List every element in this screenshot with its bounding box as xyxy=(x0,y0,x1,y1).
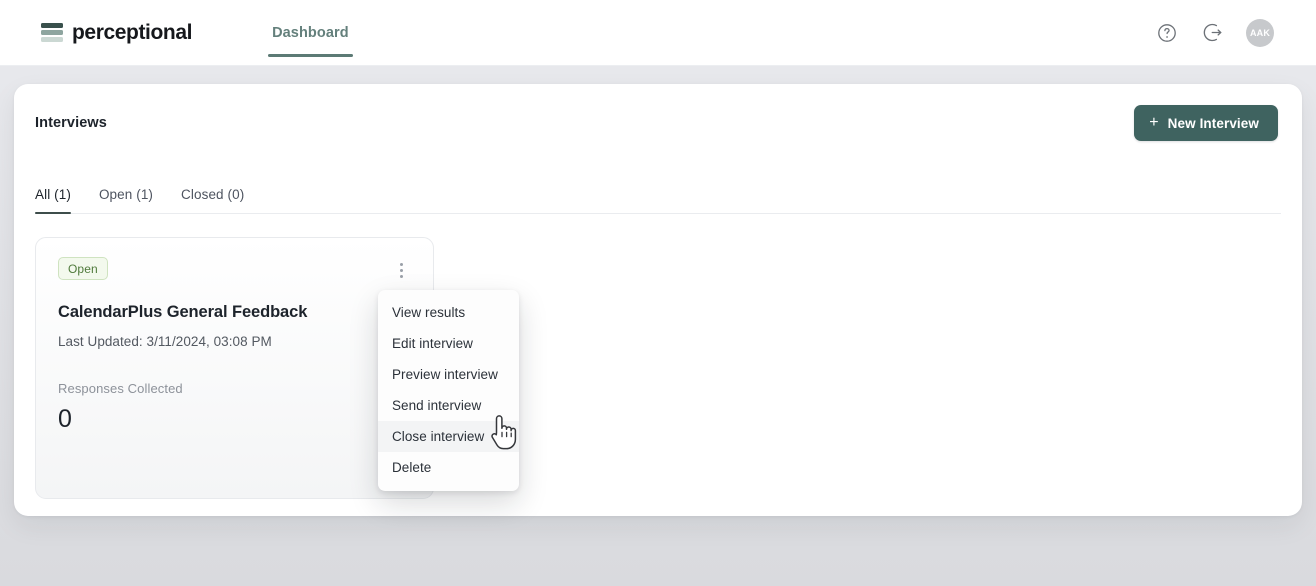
avatar[interactable]: AAK xyxy=(1246,18,1274,47)
panel-header: Interviews + New Interview xyxy=(14,84,1302,162)
card-context-menu: View results Edit interview Preview inte… xyxy=(378,290,519,491)
menu-item-send-interview-label: Send interview xyxy=(392,398,482,413)
logout-button[interactable] xyxy=(1200,20,1226,46)
menu-item-preview-interview-label: Preview interview xyxy=(392,367,498,382)
responses-collected-label: Responses Collected xyxy=(58,381,183,396)
nav-item-dashboard-label: Dashboard xyxy=(272,24,349,41)
menu-item-view-results-label: View results xyxy=(392,305,466,320)
stacked-bars-logo-icon xyxy=(41,23,63,43)
tab-open-label: Open (1) xyxy=(98,187,154,202)
header-actions: AAK xyxy=(1154,18,1274,47)
tab-closed-label: Closed (0) xyxy=(181,187,245,202)
avatar-initials: AAK xyxy=(1249,27,1271,38)
card-header-row: Open xyxy=(58,257,413,283)
interview-list: Open CalendarPlus General Feedback Last … xyxy=(14,214,1302,499)
question-circle-icon xyxy=(1158,23,1176,42)
menu-item-send-interview[interactable]: Send interview xyxy=(378,390,519,421)
menu-item-preview-interview[interactable]: Preview interview xyxy=(378,359,519,390)
more-vertical-icon-dot-3 xyxy=(399,274,403,278)
status-tabs: All (1) Open (1) Closed (0) xyxy=(14,174,1302,214)
menu-item-view-results[interactable]: View results xyxy=(378,297,519,328)
interview-title: CalendarPlus General Feedback xyxy=(58,303,308,321)
plus-icon: + xyxy=(1149,113,1159,131)
main-nav: Dashboard xyxy=(268,0,353,66)
new-interview-label: New Interview xyxy=(1167,115,1259,131)
menu-item-delete-label: Delete xyxy=(392,460,432,475)
brand-logo[interactable]: perceptional xyxy=(41,21,192,45)
tab-all[interactable]: All (1) xyxy=(35,187,71,214)
menu-item-edit-interview[interactable]: Edit interview xyxy=(378,328,519,359)
tab-closed[interactable]: Closed (0) xyxy=(181,187,244,214)
menu-item-close-interview-label: Close interview xyxy=(392,429,485,444)
more-vertical-icon-dot-2 xyxy=(399,268,403,272)
sign-out-icon xyxy=(1203,23,1221,42)
menu-item-delete[interactable]: Delete xyxy=(378,452,519,483)
card-menu-button[interactable] xyxy=(389,257,413,283)
menu-item-edit-interview-label: Edit interview xyxy=(392,336,473,351)
new-interview-button[interactable]: + New Interview xyxy=(1134,105,1278,141)
more-vertical-icon-dot-1 xyxy=(399,262,403,266)
interview-last-updated: Last Updated: 3/11/2024, 03:08 PM xyxy=(58,334,272,349)
help-button[interactable] xyxy=(1154,20,1180,46)
brand-name: perceptional xyxy=(72,20,193,44)
interviews-panel: Interviews + New Interview All (1) Open … xyxy=(14,84,1302,516)
page-title: Interviews xyxy=(35,115,107,131)
status-badge: Open xyxy=(58,257,108,280)
nav-item-dashboard[interactable]: Dashboard xyxy=(268,0,353,66)
app-header: perceptional Dashboard AAK xyxy=(0,0,1316,66)
tab-open[interactable]: Open (1) xyxy=(99,187,153,214)
menu-item-close-interview[interactable]: Close interview xyxy=(378,421,519,452)
tab-all-label: All (1) xyxy=(35,187,71,202)
interview-card[interactable]: Open CalendarPlus General Feedback Last … xyxy=(35,237,434,499)
responses-collected-value: 0 xyxy=(58,405,73,433)
